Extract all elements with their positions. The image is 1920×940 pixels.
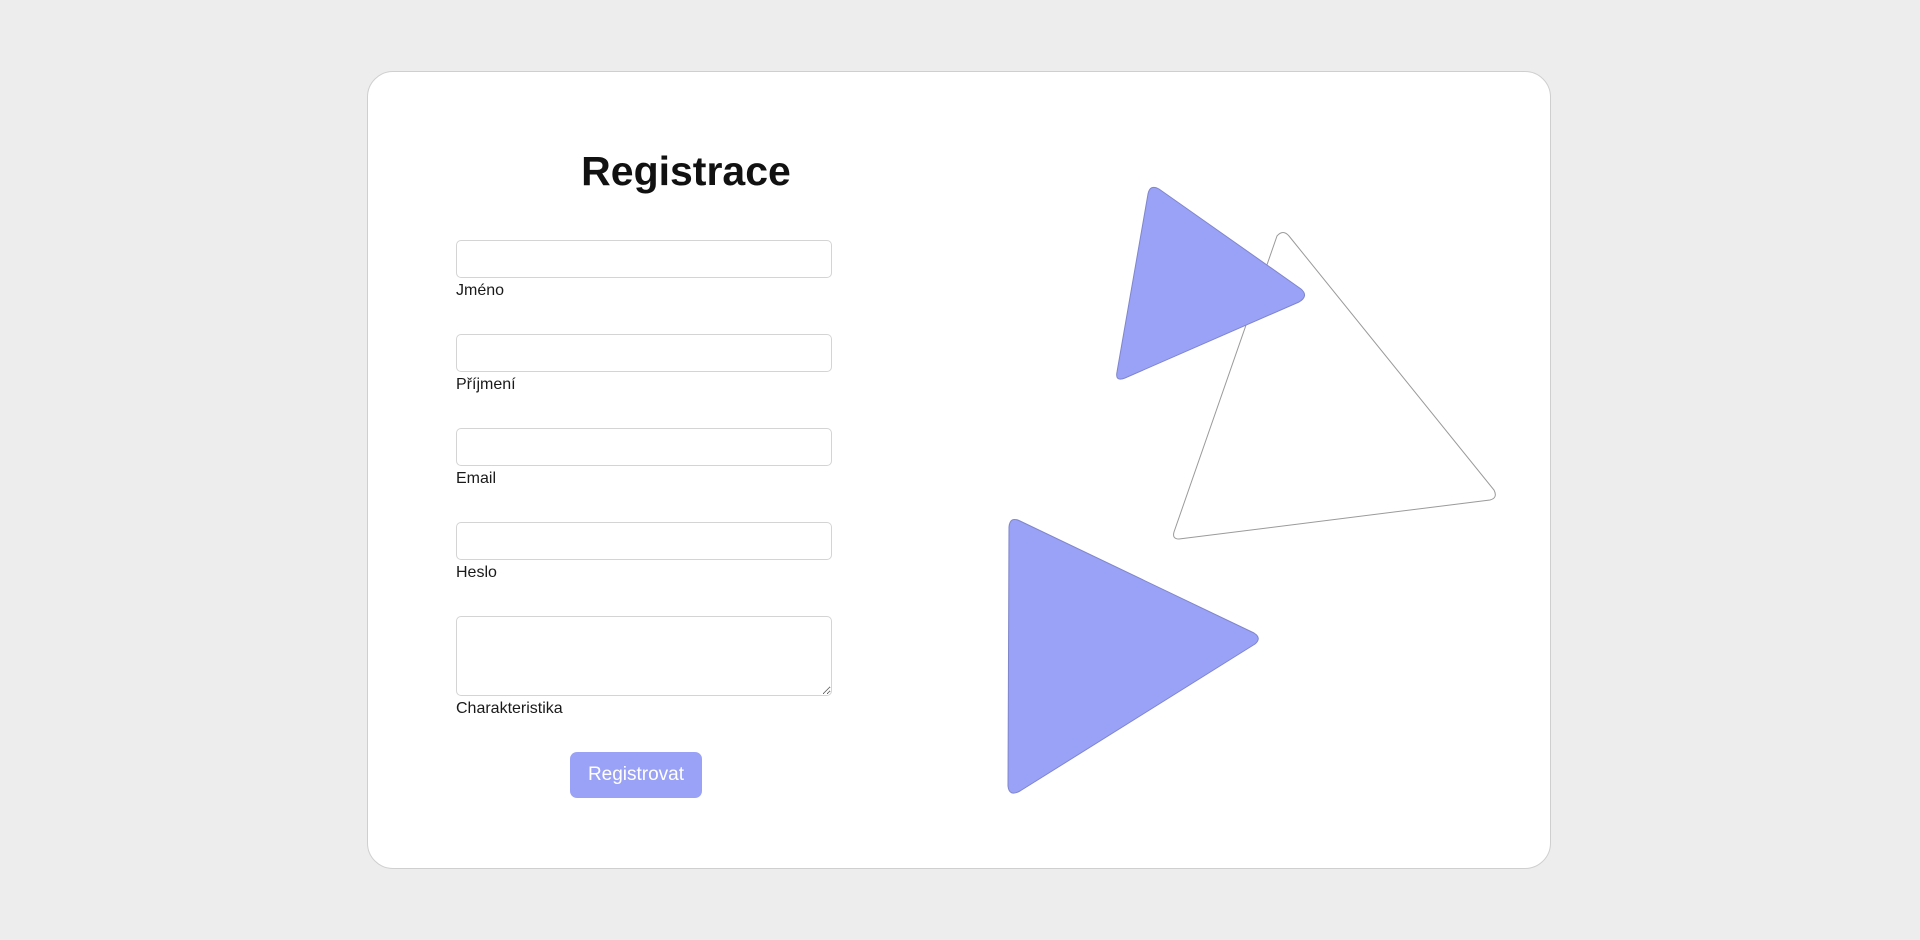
upper-filled-triangle-shape bbox=[1116, 186, 1305, 380]
characteristics-label: Charakteristika bbox=[456, 700, 563, 717]
last-name-group: Příjmení bbox=[456, 334, 832, 394]
password-group: Heslo bbox=[456, 522, 832, 582]
page-title: Registrace bbox=[581, 148, 791, 194]
email-group: Email bbox=[456, 428, 832, 488]
registration-card: Registrace Jméno Příjmení Email Heslo Ch… bbox=[367, 71, 1551, 869]
outline-triangle-shape bbox=[1173, 232, 1496, 540]
characteristics-textarea[interactable] bbox=[456, 616, 832, 696]
lower-filled-triangle-shape bbox=[1007, 519, 1259, 794]
last-name-label: Příjmení bbox=[456, 376, 516, 393]
register-button[interactable]: Registrovat bbox=[570, 752, 702, 798]
characteristics-group: Charakteristika bbox=[456, 616, 832, 718]
last-name-input[interactable] bbox=[456, 334, 832, 372]
email-label: Email bbox=[456, 470, 497, 487]
password-label: Heslo bbox=[456, 564, 497, 581]
email-input[interactable] bbox=[456, 428, 832, 466]
first-name-input[interactable] bbox=[456, 240, 832, 278]
first-name-label: Jméno bbox=[456, 282, 505, 299]
password-input[interactable] bbox=[456, 522, 832, 560]
first-name-group: Jméno bbox=[456, 240, 832, 300]
